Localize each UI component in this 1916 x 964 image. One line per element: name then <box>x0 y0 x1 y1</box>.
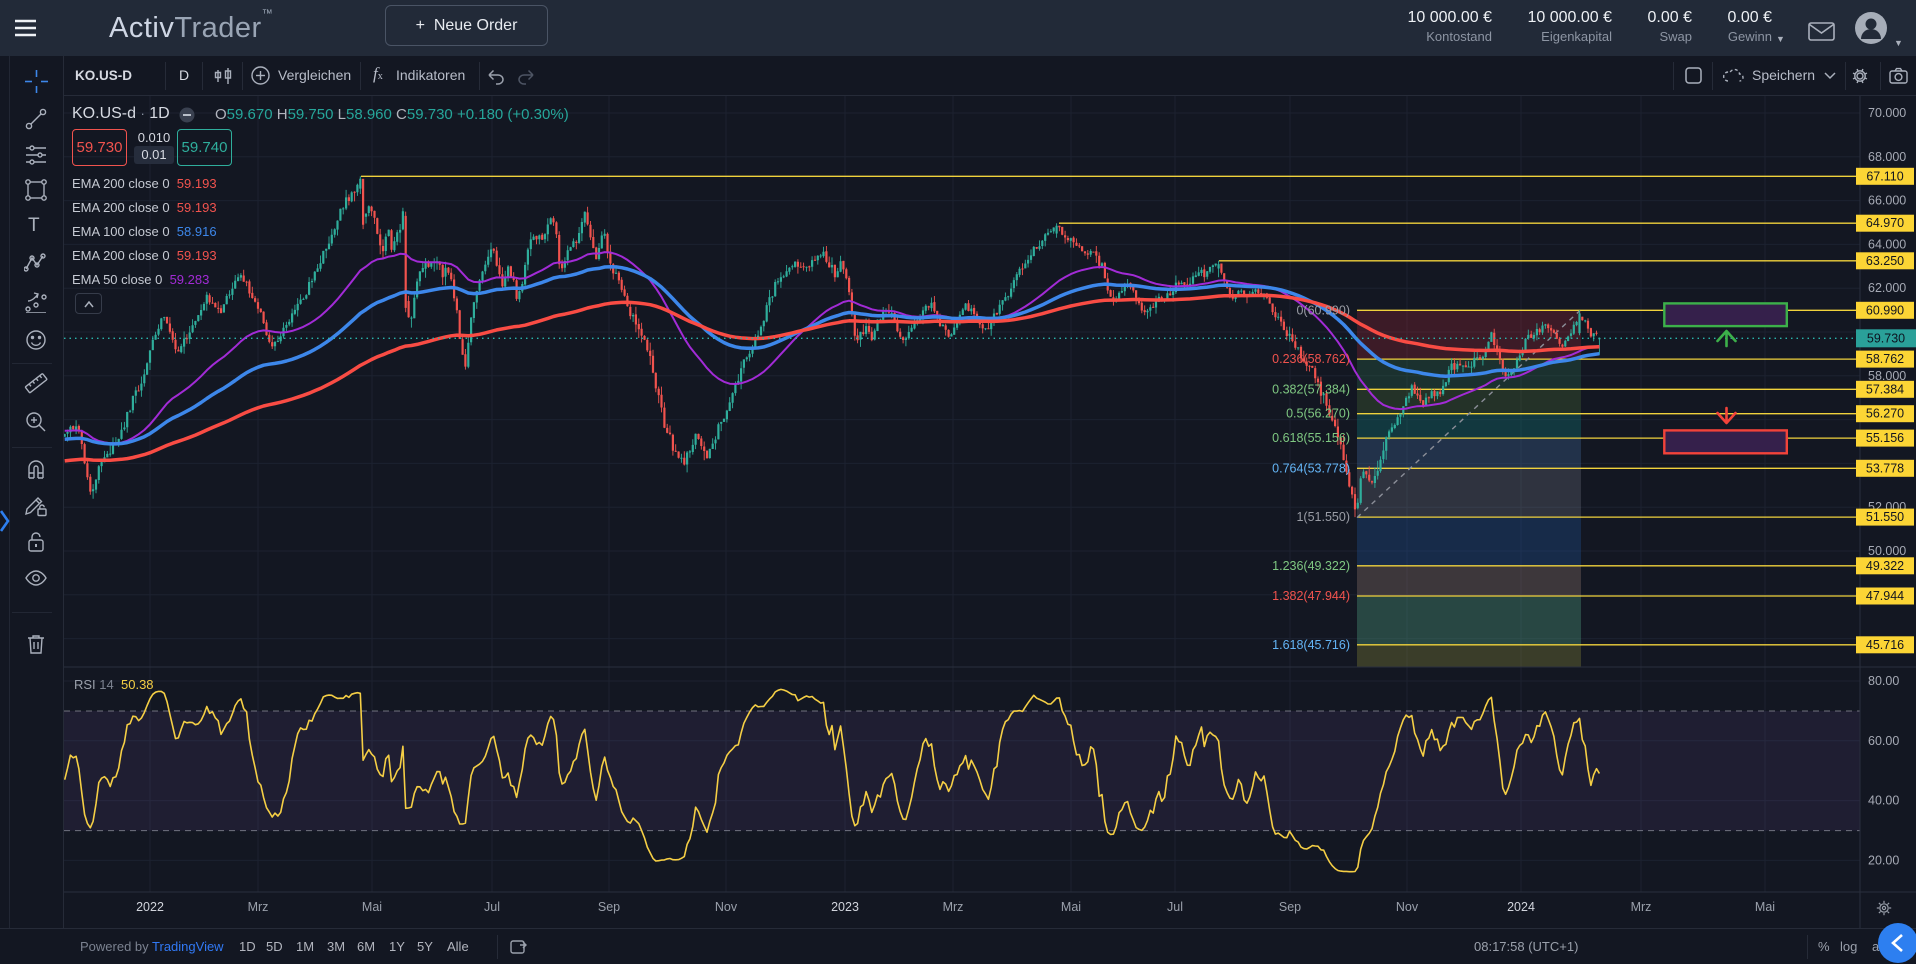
svg-text:2024: 2024 <box>1507 900 1535 914</box>
svg-text:Nov: Nov <box>715 900 738 914</box>
svg-text:0.382(57.384): 0.382(57.384) <box>1272 382 1350 396</box>
svg-text:64.970: 64.970 <box>1866 216 1904 230</box>
svg-text:Mai: Mai <box>362 900 382 914</box>
svg-text:1.618(45.716): 1.618(45.716) <box>1272 638 1350 652</box>
svg-text:64.000: 64.000 <box>1868 237 1906 251</box>
svg-text:55.156: 55.156 <box>1866 431 1904 445</box>
svg-text:45.716: 45.716 <box>1866 638 1904 652</box>
svg-text:0.236(58.762): 0.236(58.762) <box>1272 352 1350 366</box>
svg-text:0.5(56.270): 0.5(56.270) <box>1286 407 1350 421</box>
svg-text:80.00: 80.00 <box>1868 674 1899 688</box>
svg-text:1(51.550): 1(51.550) <box>1296 510 1350 524</box>
svg-text:63.250: 63.250 <box>1866 254 1904 268</box>
svg-text:58.000: 58.000 <box>1868 369 1906 383</box>
svg-text:60.990: 60.990 <box>1866 303 1904 317</box>
svg-text:Sep: Sep <box>1279 900 1301 914</box>
svg-text:1.236(49.322): 1.236(49.322) <box>1272 559 1350 573</box>
svg-text:40.00: 40.00 <box>1868 794 1899 808</box>
svg-text:20.00: 20.00 <box>1868 853 1899 867</box>
svg-text:50.000: 50.000 <box>1868 544 1906 558</box>
svg-text:47.944: 47.944 <box>1866 589 1904 603</box>
svg-text:53.778: 53.778 <box>1866 461 1904 475</box>
svg-text:51.550: 51.550 <box>1866 510 1904 524</box>
svg-text:Mrz: Mrz <box>248 900 269 914</box>
svg-text:Mrz: Mrz <box>943 900 964 914</box>
svg-text:56.270: 56.270 <box>1866 407 1904 421</box>
svg-text:70.000: 70.000 <box>1868 106 1906 120</box>
svg-text:49.322: 49.322 <box>1866 559 1904 573</box>
svg-text:Jul: Jul <box>1167 900 1183 914</box>
svg-text:Jul: Jul <box>484 900 500 914</box>
svg-text:Nov: Nov <box>1396 900 1419 914</box>
svg-text:58.762: 58.762 <box>1866 352 1904 366</box>
svg-text:Mai: Mai <box>1755 900 1775 914</box>
svg-text:67.110: 67.110 <box>1866 169 1903 183</box>
svg-text:68.000: 68.000 <box>1868 150 1906 164</box>
svg-text:0.764(53.778): 0.764(53.778) <box>1272 461 1350 475</box>
svg-text:57.384: 57.384 <box>1866 382 1904 396</box>
svg-text:0.618(55.156): 0.618(55.156) <box>1272 431 1350 445</box>
svg-text:60.00: 60.00 <box>1868 734 1899 748</box>
svg-text:Sep: Sep <box>598 900 620 914</box>
svg-text:2022: 2022 <box>136 900 164 914</box>
svg-text:0(60.990): 0(60.990) <box>1296 303 1350 317</box>
svg-text:2023: 2023 <box>831 900 859 914</box>
svg-text:1.382(47.944): 1.382(47.944) <box>1272 589 1350 603</box>
svg-text:Mrz: Mrz <box>1631 900 1652 914</box>
svg-text:62.000: 62.000 <box>1868 281 1906 295</box>
svg-text:59.730: 59.730 <box>1867 331 1905 345</box>
svg-text:66.000: 66.000 <box>1868 194 1906 208</box>
svg-text:Mai: Mai <box>1061 900 1081 914</box>
